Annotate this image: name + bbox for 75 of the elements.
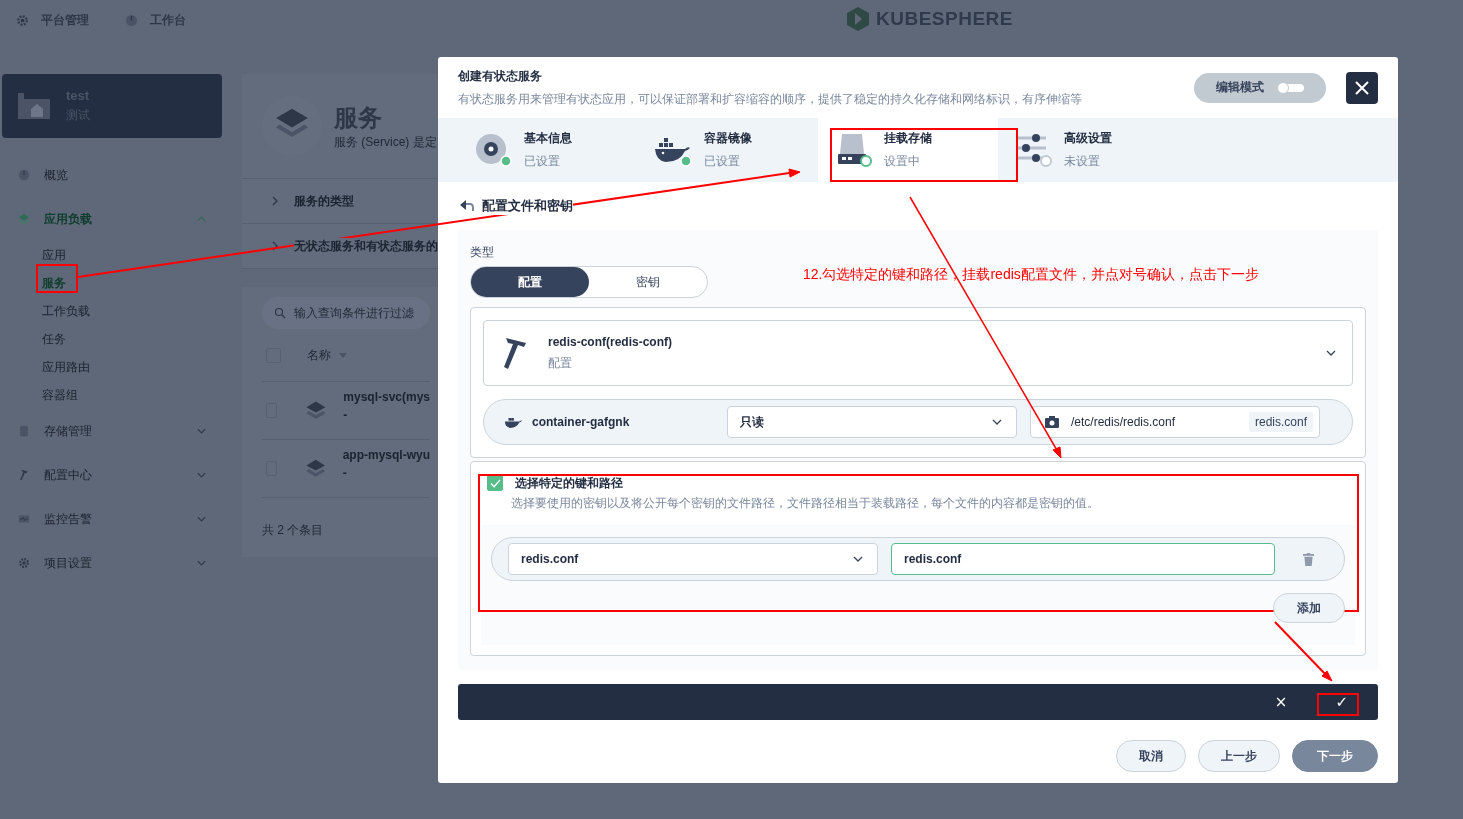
chevron-right-icon xyxy=(272,241,278,251)
wizard-step[interactable]: 挂载存储 设置中 xyxy=(818,118,998,182)
search-field[interactable]: 输入查询条件进行过滤 xyxy=(262,297,430,329)
pulse-icon xyxy=(18,513,30,525)
sidebar-item[interactable]: 监控告警 xyxy=(2,497,222,541)
back-arrow-icon[interactable] xyxy=(460,200,474,212)
sidebar-subitem[interactable]: 工作负载 xyxy=(2,297,222,325)
footer-button[interactable]: 上一步 xyxy=(1198,740,1280,772)
tab[interactable]: 配置 xyxy=(471,267,589,297)
service-name[interactable]: mysql-svc(mys xyxy=(343,390,430,404)
layers-icon xyxy=(18,213,30,225)
resource-select[interactable]: redis-conf(redis-conf) 配置 xyxy=(483,320,1353,386)
sidebar-subitem[interactable]: 应用 xyxy=(2,241,222,269)
wizard-step[interactable]: 高级设置 未设置 xyxy=(998,118,1178,182)
file-tag: redis.conf xyxy=(1248,412,1313,432)
annotation-arrow xyxy=(1274,621,1333,682)
service-subtitle: - xyxy=(343,408,349,422)
dial-icon xyxy=(125,13,138,27)
sidebar-subitem[interactable]: 任务 xyxy=(2,325,222,353)
wizard-step[interactable]: 基本信息 已设置 xyxy=(458,118,638,182)
camera-icon xyxy=(1045,416,1059,428)
mode-select[interactable]: 只读 xyxy=(727,406,1017,438)
path-input[interactable]: redis.conf xyxy=(891,543,1275,575)
add-button[interactable]: 添加 xyxy=(1273,593,1345,623)
trash-icon[interactable] xyxy=(1303,552,1314,566)
hammer-icon xyxy=(18,469,30,481)
collapsible-section[interactable]: 无状态服务和有状态服务的 xyxy=(242,224,438,269)
service-subtitle: - xyxy=(342,466,348,480)
collapsible-section[interactable]: 服务的类型 xyxy=(242,179,438,224)
page-description: 服务 (Service) 是定 xyxy=(334,133,437,151)
edit-mode-toggle[interactable]: 编辑模式 xyxy=(1194,72,1326,103)
modal-description: 有状态服务用来管理有状态应用，可以保证部署和扩容缩容的顺序，提供了稳定的持久化存储和网络标识，有序伸缩等 xyxy=(458,90,1083,108)
disc-icon xyxy=(474,132,514,168)
cancel-button[interactable]: × xyxy=(1270,693,1292,711)
sidebar-subitem[interactable]: 服务 xyxy=(2,269,222,297)
close-icon xyxy=(1355,80,1369,95)
logo-icon xyxy=(846,6,870,32)
checkbox-label: 选择特定的键和路径 xyxy=(515,474,623,492)
sort-caret-icon xyxy=(339,352,347,358)
gear-icon xyxy=(16,13,29,27)
tab[interactable]: 密钥 xyxy=(589,267,707,297)
search-icon xyxy=(274,307,286,319)
column-header[interactable]: 名称 xyxy=(307,346,331,364)
chevron-down-icon xyxy=(992,419,1002,425)
sidebar-subitem[interactable]: 应用路由 xyxy=(2,353,222,381)
highlight-frame xyxy=(1317,693,1359,716)
chevron-down-icon xyxy=(853,556,863,562)
sidebar-item[interactable]: 项目设置 xyxy=(2,541,222,585)
annotation-text: 12.勾选特定的键和路径，挂载redis配置文件，并点对号确认，点击下一步 xyxy=(803,266,1259,284)
wizard-step[interactable]: 容器镜像 已设置 xyxy=(638,118,818,182)
key-select[interactable]: redis.conf xyxy=(508,543,878,575)
chevron-right-icon xyxy=(272,196,278,206)
container-name: container-gafgnk xyxy=(532,415,631,429)
sidebar-item[interactable]: 配置中心 xyxy=(2,453,222,497)
footer-button[interactable]: 下一步 xyxy=(1292,740,1378,772)
modal-title: 创建有状态服务 xyxy=(458,67,543,85)
field-label: 类型 xyxy=(470,244,495,258)
confirm-button[interactable]: ✓ xyxy=(1331,693,1352,711)
highlight-frame xyxy=(36,264,78,293)
whale-icon xyxy=(504,415,522,429)
section-title: 配置文件和密钥 xyxy=(482,197,573,215)
project-icon xyxy=(18,91,50,121)
service-name[interactable]: app-mysql-wyu xyxy=(342,448,430,462)
chevron-down-icon xyxy=(1326,350,1336,356)
hint-text: 选择要使用的密钥以及将公开每个密钥的文件路径，文件路径相当于装载路径，每个文件的内容都是密钥的值。 xyxy=(510,496,1100,511)
sidebar-subitem[interactable]: 容器组 xyxy=(2,381,222,409)
mount-path-field[interactable]: /etc/redis/redis.conf redis.conf xyxy=(1030,406,1320,438)
close-button[interactable] xyxy=(1346,71,1378,104)
dial-icon xyxy=(18,169,30,181)
gear-icon xyxy=(18,557,30,569)
footer-button[interactable]: 取消 xyxy=(1116,740,1186,772)
sidebar-item[interactable]: 应用负载 xyxy=(2,197,222,241)
sidebar-item[interactable]: 概览 xyxy=(2,153,222,197)
sidebar-item[interactable]: 存储管理 xyxy=(2,409,222,453)
total-count: 共 2 个条目 xyxy=(262,522,325,539)
